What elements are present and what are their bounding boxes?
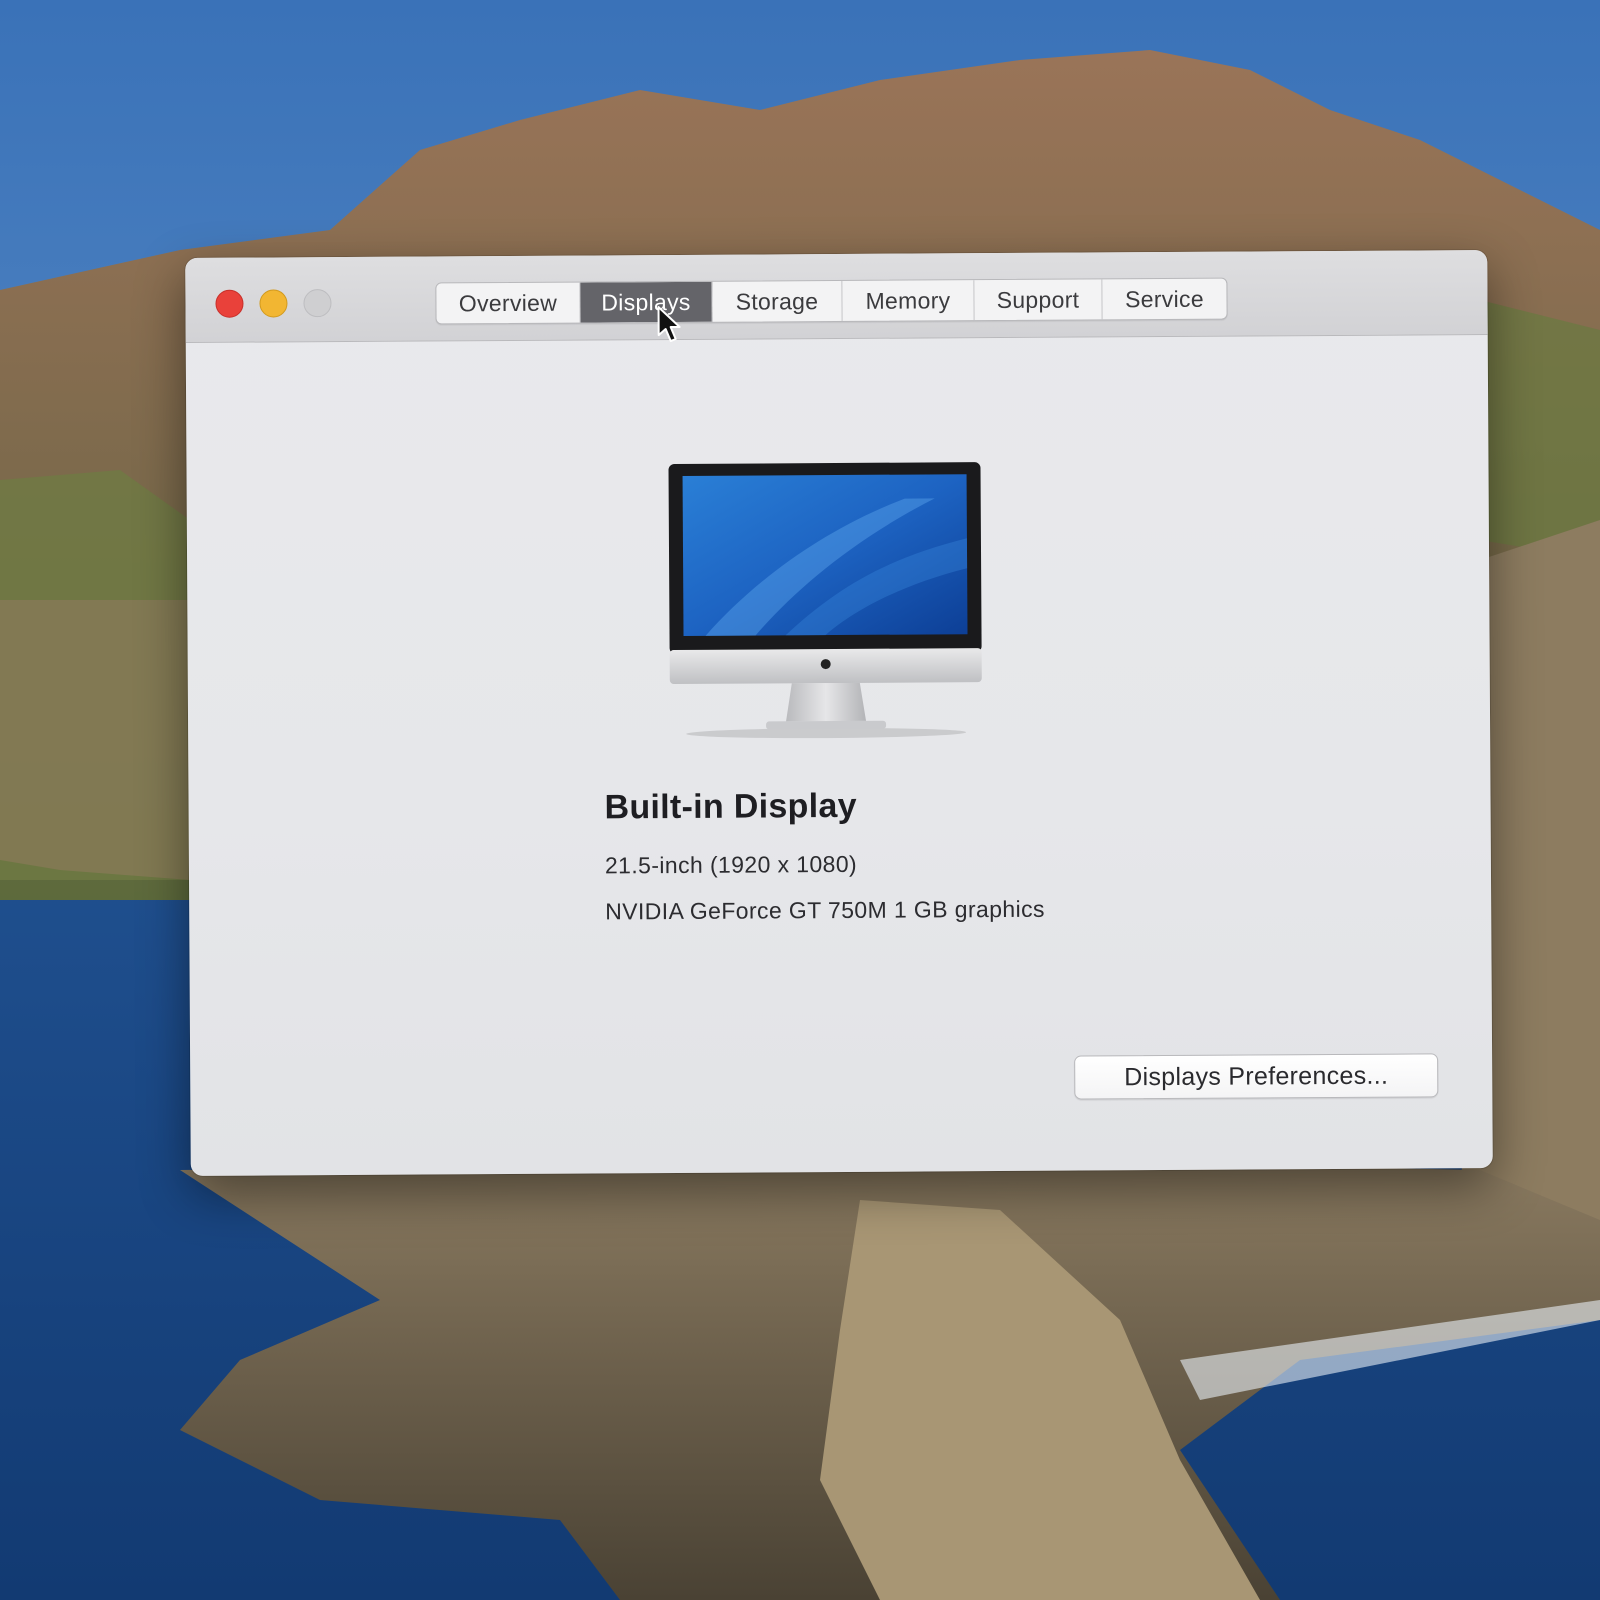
tab-displays[interactable]: Displays: [580, 281, 713, 323]
minimize-button[interactable]: [259, 289, 288, 318]
close-button[interactable]: [215, 289, 244, 318]
display-graphics: NVIDIA GeForce GT 750M 1 GB graphics: [605, 895, 1045, 925]
about-this-mac-window: Overview Displays Storage Memory Support…: [185, 250, 1493, 1176]
tab-memory[interactable]: Memory: [842, 280, 975, 321]
zoom-button[interactable]: [303, 289, 332, 318]
desktop: Overview Displays Storage Memory Support…: [0, 0, 1600, 1600]
title-bar: Overview Displays Storage Memory Support…: [185, 250, 1488, 343]
displays-panel: Built-in Display 21.5-inch (1920 x 1080)…: [186, 335, 1493, 1176]
tab-bar: Overview Displays Storage Memory Support…: [435, 277, 1228, 325]
tab-support[interactable]: Support: [974, 279, 1103, 321]
display-size-resolution: 21.5-inch (1920 x 1080): [604, 850, 858, 879]
tab-overview[interactable]: Overview: [436, 282, 581, 324]
tab-storage[interactable]: Storage: [712, 280, 843, 322]
tab-service[interactable]: Service: [1102, 279, 1226, 320]
display-title: Built-in Display: [604, 786, 857, 827]
displays-preferences-button[interactable]: Displays Preferences...: [1074, 1053, 1439, 1100]
imac-icon: [668, 462, 982, 739]
